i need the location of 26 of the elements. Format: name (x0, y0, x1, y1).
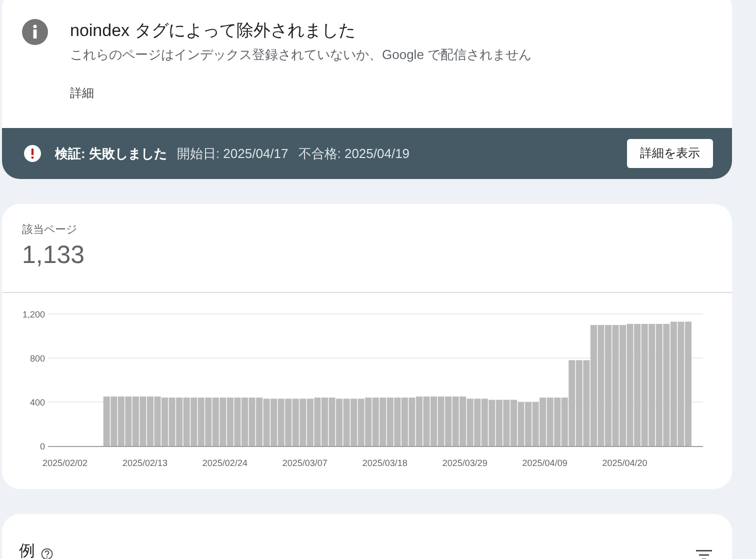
x-tick-label: 2025/03/18 (362, 458, 408, 468)
start-date: 開始日: 2025/04/17 (176, 144, 288, 162)
x-tick-label: 2025/02/13 (122, 458, 168, 468)
x-tick-label: 2025/04/20 (602, 458, 648, 468)
help-icon[interactable] (41, 548, 53, 559)
y-tick-label: 400 (30, 398, 45, 408)
x-tick-label: 2025/02/02 (42, 458, 88, 468)
x-tick-label: 2025/02/24 (202, 458, 248, 468)
info-icon (22, 19, 48, 45)
section-title: 例 (19, 543, 35, 559)
validation-status: 検証: 失敗しました (55, 144, 167, 162)
x-tick-label: 2025/03/29 (442, 458, 488, 468)
failed-date: 不合格: 2025/04/19 (298, 144, 410, 162)
y-tick-label: 1,200 (22, 310, 45, 320)
y-tick-label: 0 (40, 442, 45, 452)
details-link[interactable]: 詳細 (70, 85, 94, 102)
metric-label: 該当ページ (22, 222, 77, 237)
show-details-button[interactable]: 詳細を表示 (627, 139, 713, 168)
x-tick-label: 2025/03/07 (282, 458, 328, 468)
x-tick-label: 2025/04/09 (522, 458, 568, 468)
alert-icon (24, 145, 41, 162)
page-count: 1,133 (22, 241, 85, 270)
filter-icon[interactable] (696, 549, 712, 559)
issue-title: noindex タグによって除外されました (70, 20, 356, 42)
issue-description: これらのページはインデックス登録されていないか、Google で配信されません (70, 46, 532, 64)
y-tick-label: 800 (30, 354, 45, 364)
